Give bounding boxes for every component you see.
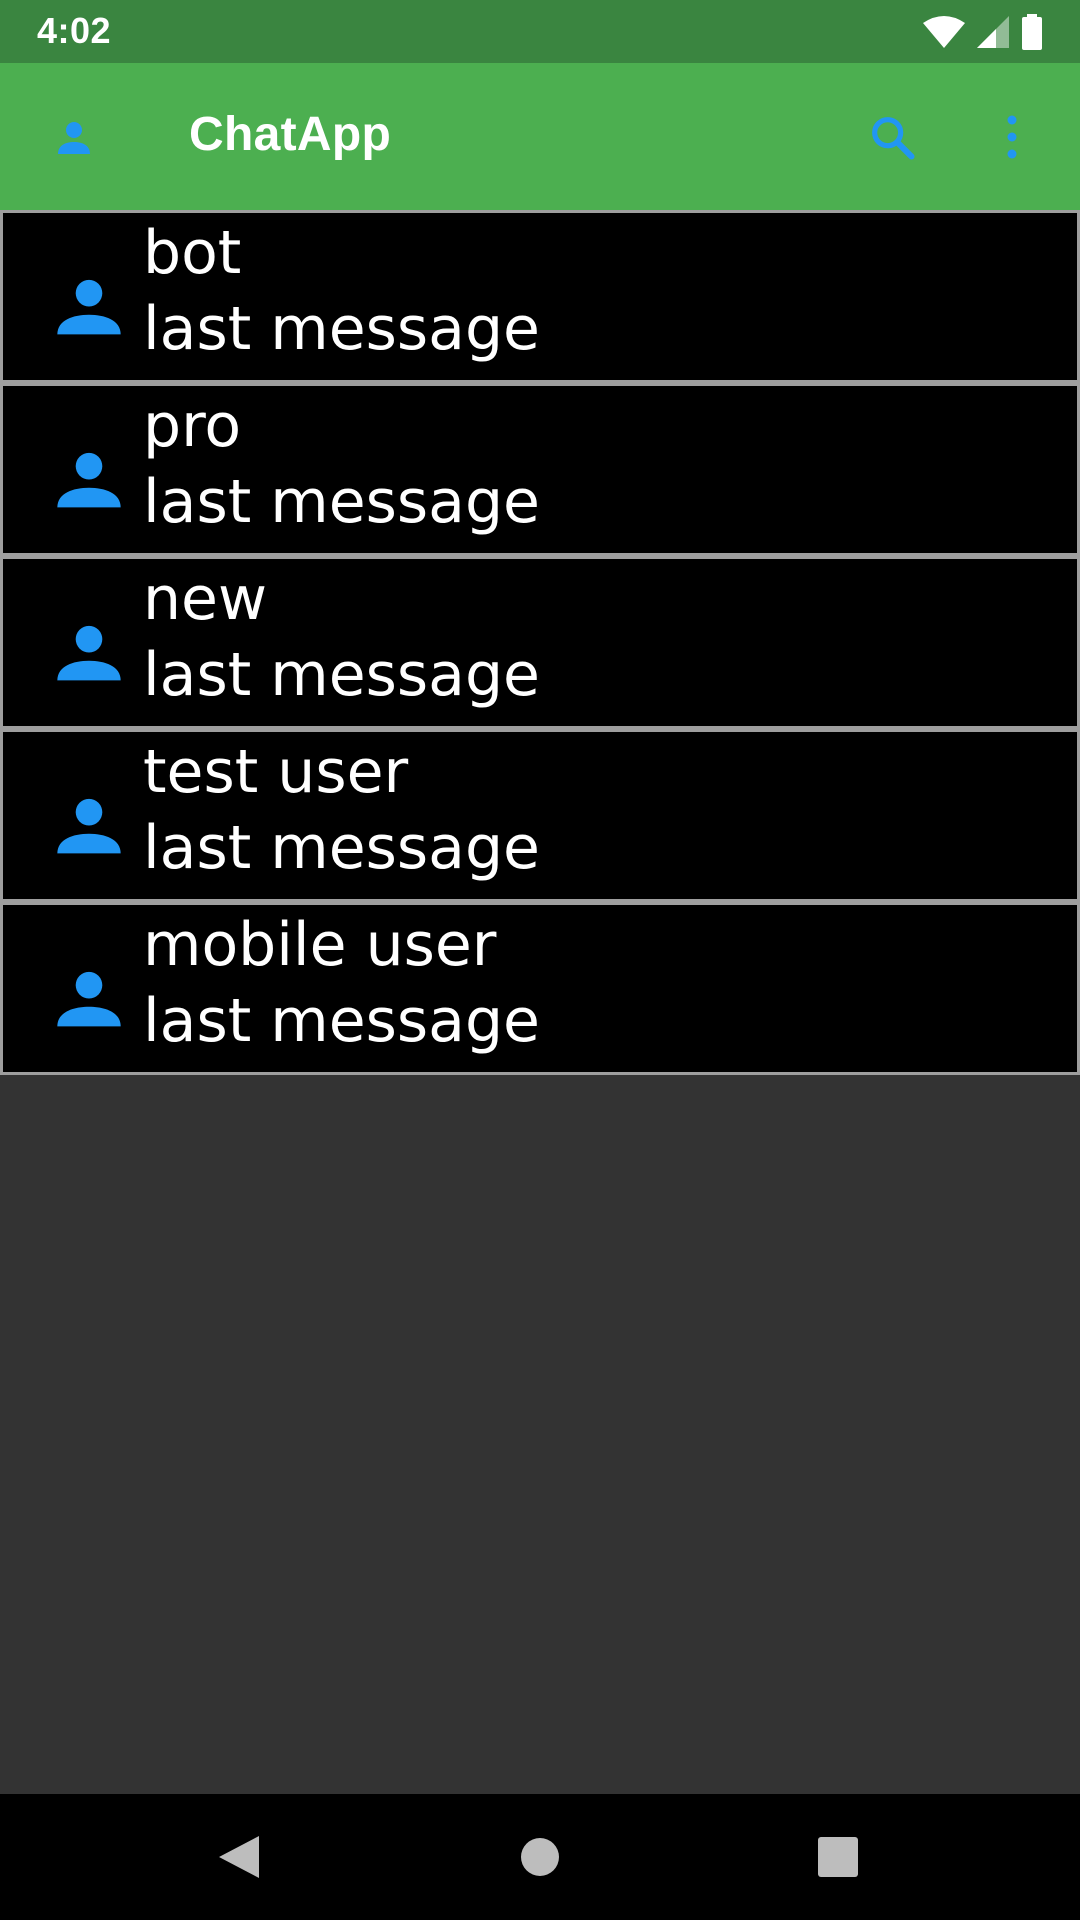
recents-icon[interactable]	[805, 1824, 871, 1890]
app-bar: ChatApp	[0, 63, 1080, 210]
person-icon	[57, 452, 121, 508]
home-icon[interactable]	[507, 1824, 573, 1890]
chat-name: mobile user	[143, 910, 497, 980]
chat-list-item[interactable]: new last message	[0, 556, 1080, 729]
more-vert-icon[interactable]	[990, 107, 1034, 167]
wifi-icon	[923, 16, 965, 48]
search-icon[interactable]	[862, 107, 922, 167]
chat-last-message: last message	[143, 467, 540, 537]
person-icon	[57, 279, 121, 335]
chat-last-message: last message	[143, 294, 540, 364]
chat-list-item[interactable]: mobile user last message	[0, 902, 1080, 1075]
chat-name: bot	[143, 218, 242, 288]
battery-icon	[1022, 14, 1042, 50]
chat-list-item[interactable]: pro last message	[0, 383, 1080, 556]
chat-name: new	[143, 564, 268, 634]
navigation-bar	[0, 1794, 1080, 1920]
chat-list-item[interactable]: bot last message	[0, 210, 1080, 383]
chat-name: pro	[143, 391, 242, 461]
status-time: 4:02	[37, 10, 112, 51]
status-icons	[922, 14, 1044, 50]
chat-list: bot last message pro last message new la…	[0, 210, 1080, 1075]
person-icon[interactable]	[44, 108, 104, 168]
person-icon	[57, 625, 121, 681]
cell-signal-icon	[977, 16, 1009, 48]
chat-name: test user	[143, 737, 409, 807]
back-icon[interactable]	[206, 1824, 272, 1890]
chat-last-message: last message	[143, 640, 540, 710]
status-bar: 4:02	[0, 0, 1080, 63]
chat-last-message: last message	[143, 813, 540, 883]
chat-last-message: last message	[143, 986, 540, 1056]
app-title: ChatApp	[189, 108, 392, 161]
chat-list-item[interactable]: test user last message	[0, 729, 1080, 902]
person-icon	[57, 971, 121, 1027]
person-icon	[57, 798, 121, 854]
